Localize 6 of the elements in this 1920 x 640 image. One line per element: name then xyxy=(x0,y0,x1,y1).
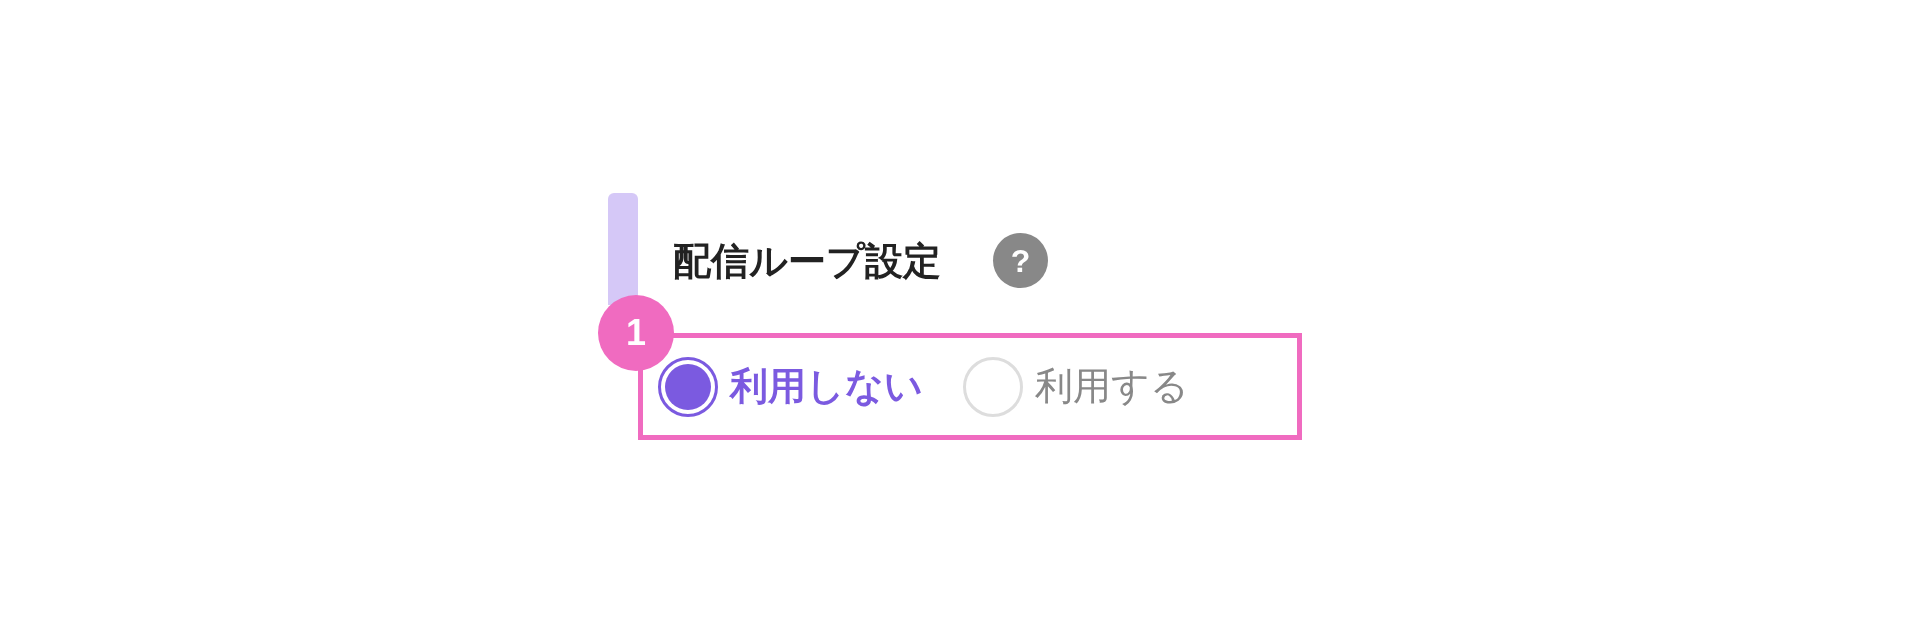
radio-button[interactable] xyxy=(658,356,718,417)
radio-label[interactable]: 利用する xyxy=(1035,358,1189,415)
radio-label[interactable]: 利用しない xyxy=(730,358,923,415)
section-title: 配信ループ設定 xyxy=(673,238,941,284)
step-number-badge: 1 xyxy=(598,295,674,371)
help-icon[interactable]: ? xyxy=(993,233,1048,288)
